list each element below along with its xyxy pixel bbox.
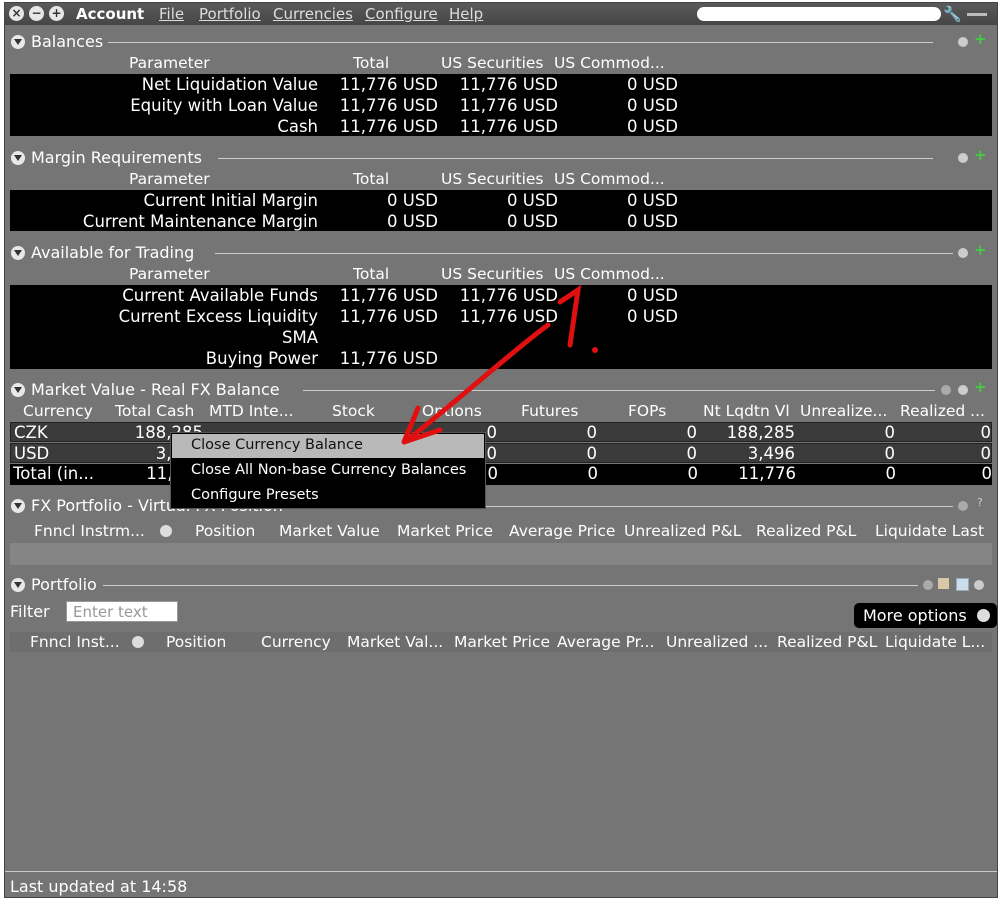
annotation-dot: [592, 347, 598, 353]
annotation-arrow-shaft: [407, 322, 551, 441]
annotation-number-stroke: [557, 284, 582, 348]
annotation-overlay: [401, 284, 598, 445]
